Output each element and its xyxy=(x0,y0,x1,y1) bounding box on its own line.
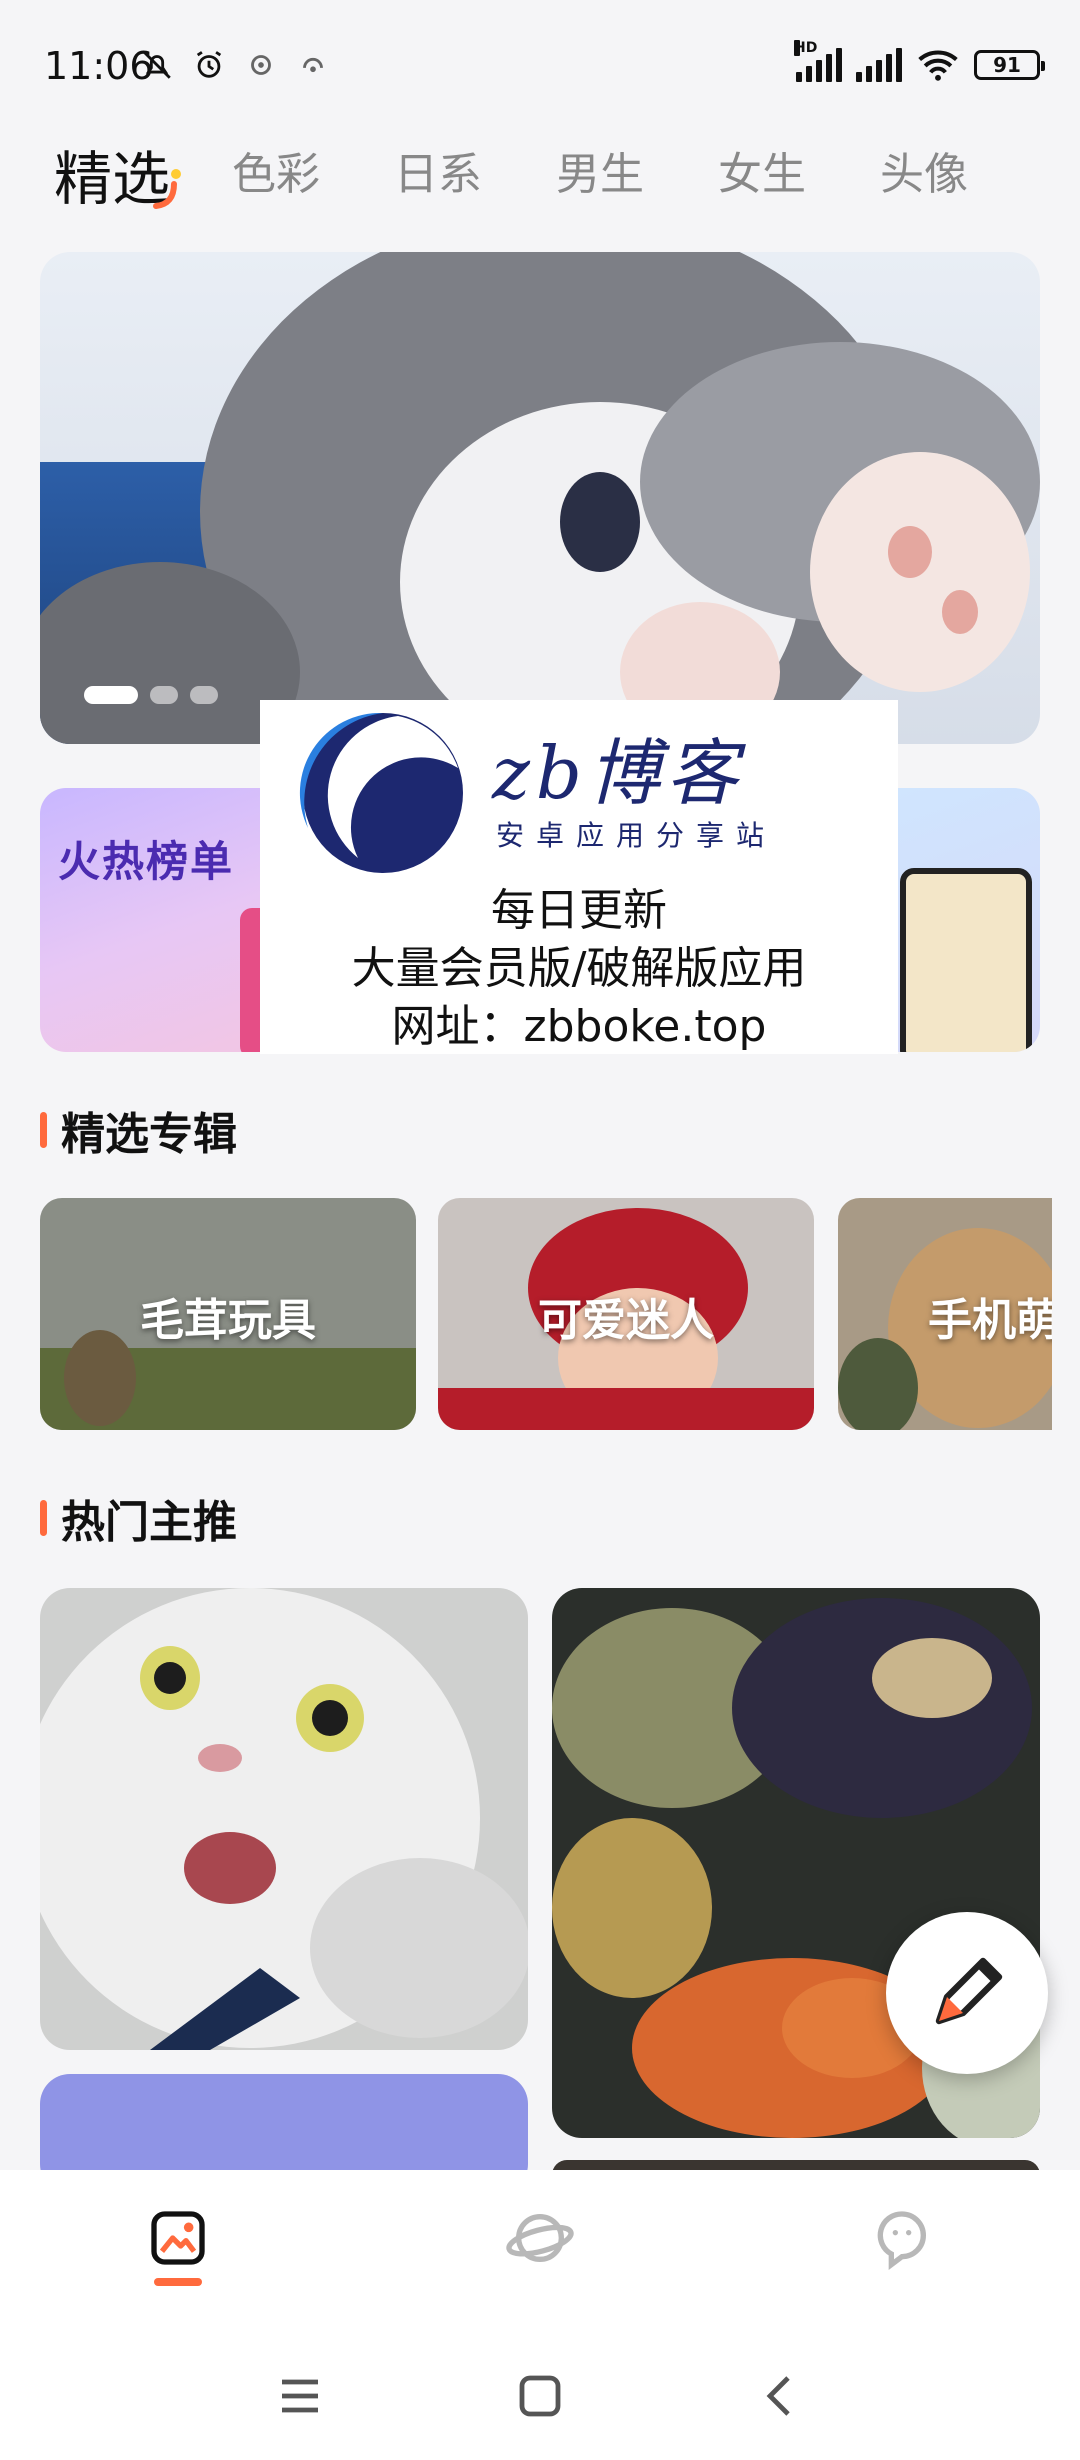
system-menu-button[interactable] xyxy=(270,2366,330,2426)
album-card[interactable]: 手机萌 xyxy=(838,1198,1052,1430)
banner-kitten-image xyxy=(40,252,1040,744)
back-chevron-icon xyxy=(766,2376,790,2416)
tab-active-indicator xyxy=(153,169,181,209)
hot-list-label: 火热榜单 xyxy=(58,837,235,886)
wifi-icon xyxy=(918,50,958,81)
battery-icon: 91 xyxy=(974,50,1045,80)
hot-section-title: 热门主推 xyxy=(61,1497,237,1548)
signal-hd-icon: HD xyxy=(794,40,842,82)
watermark-overlay: zb博客 安卓应用分享站 每日更新 大量会员版/破解版应用 网址：zbboke.… xyxy=(260,700,898,1054)
tab-avatar[interactable]: 头像 xyxy=(880,138,968,202)
app-notification-icon xyxy=(251,55,271,75)
carousel-dot[interactable] xyxy=(190,686,218,704)
nav-item-discover[interactable] xyxy=(480,2206,600,2326)
album-label: 可爱迷人 xyxy=(538,1295,714,1346)
signal-icon xyxy=(856,48,902,82)
nav-item-profile[interactable] xyxy=(842,2206,962,2326)
mute-notification-icon xyxy=(143,51,171,79)
home-square-icon xyxy=(519,2375,561,2417)
carousel-dots xyxy=(84,686,218,704)
tab-male[interactable]: 男生 xyxy=(556,138,644,202)
albums-section-title: 精选专辑 xyxy=(61,1109,237,1160)
hot-section-heading: 热门主推 xyxy=(40,1488,237,1548)
menu-icon xyxy=(282,2379,318,2413)
hot-wallpaper-cat[interactable] xyxy=(40,1588,528,2050)
planet-icon xyxy=(506,2214,574,2262)
status-bar: 11:06 HD 91 xyxy=(0,0,1080,130)
chat-icon xyxy=(877,2211,926,2270)
system-home-button[interactable] xyxy=(510,2366,570,2426)
tab-female[interactable]: 女生 xyxy=(718,138,806,202)
gallery-icon xyxy=(151,2211,205,2265)
tab-color[interactable]: 色彩 xyxy=(232,138,320,202)
album-label: 手机萌 xyxy=(928,1295,1052,1346)
system-back-button[interactable] xyxy=(750,2366,810,2426)
album-label: 毛茸玩具 xyxy=(140,1295,316,1346)
tab-japanese[interactable]: 日系 xyxy=(394,138,482,202)
pen-icon xyxy=(935,1957,1003,2025)
carousel-dot[interactable] xyxy=(84,686,138,704)
app-notification-icon-2 xyxy=(303,58,323,73)
banner-carousel[interactable] xyxy=(40,252,1040,744)
album-card[interactable]: 毛茸玩具 xyxy=(40,1198,416,1430)
edit-fab-button[interactable] xyxy=(886,1912,1048,2074)
albums-section-heading: 精选专辑 xyxy=(40,1100,237,1160)
nav-item-gallery[interactable] xyxy=(118,2206,238,2326)
alarm-icon xyxy=(196,51,222,78)
status-time: 11:06 xyxy=(44,44,154,88)
carousel-dot[interactable] xyxy=(150,686,178,704)
nav-active-indicator xyxy=(154,2278,202,2286)
album-card[interactable]: 可爱迷人 xyxy=(438,1198,814,1430)
category-tabs: 精选 色彩 日系 男生 女生 头像 xyxy=(0,128,1080,218)
zb-blog-logo xyxy=(299,712,463,873)
